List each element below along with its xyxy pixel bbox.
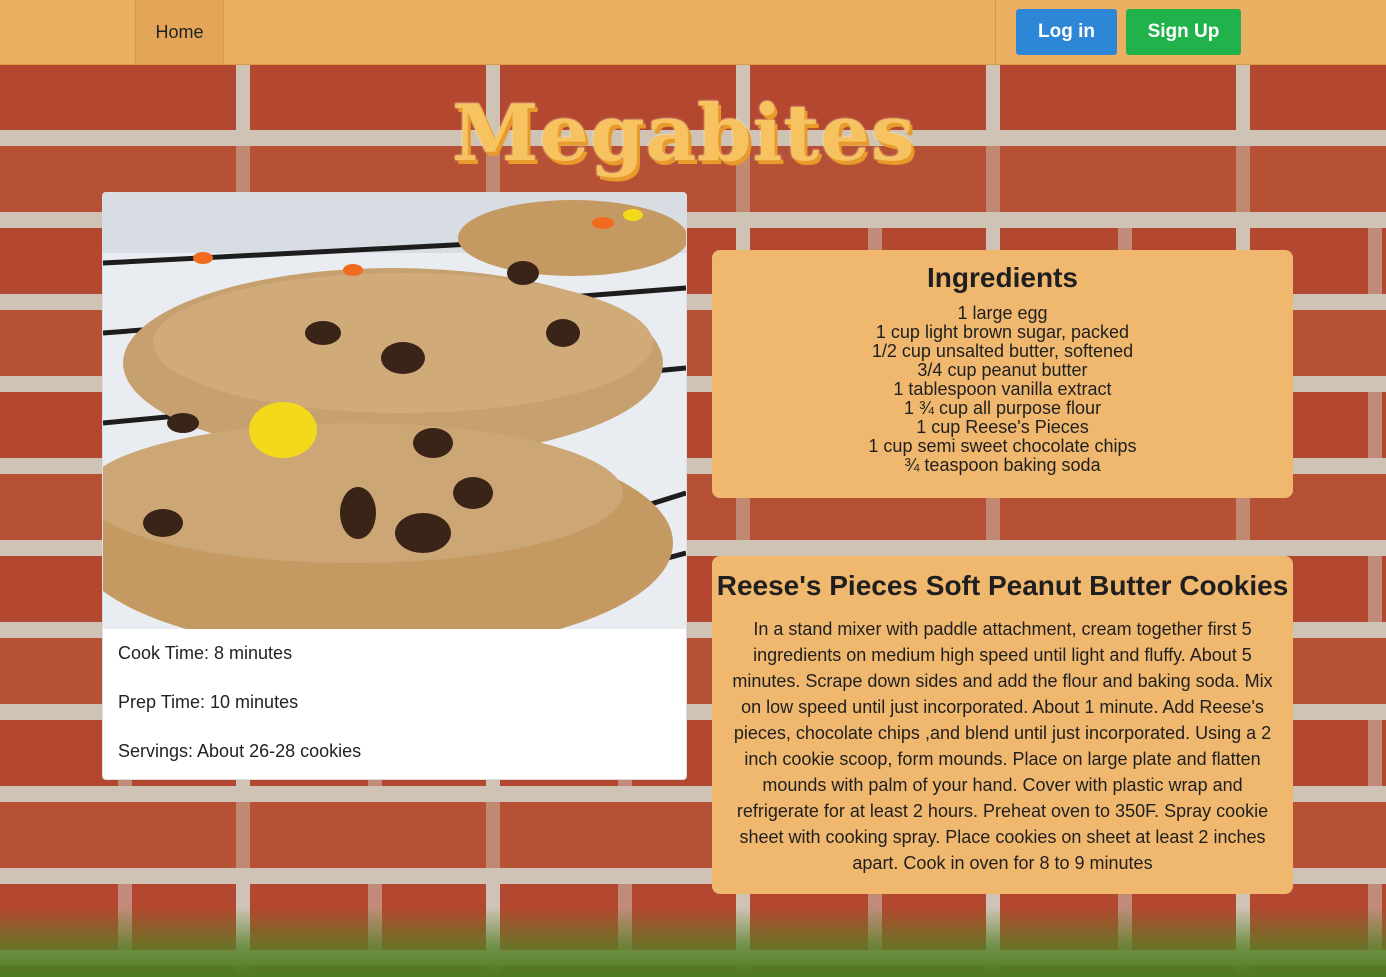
directions-text: In a stand mixer with paddle attachment,… [732,619,1273,873]
ingredient-item: 1 tablespoon vanilla extract [893,379,1112,399]
recipe-title: Reese's Pieces Soft Peanut Butter Cookie… [716,570,1289,601]
prep-time: Prep Time: 10 minutes [118,692,299,712]
cook-time: Cook Time: 8 minutes [118,643,293,663]
servings: Servings: About 26-28 cookies [118,741,362,761]
directions-panel: Reese's Pieces Soft Peanut Butter Cookie… [712,556,1293,894]
nav-home-link[interactable]: Home [135,0,224,64]
ingredient-item: 1 cup Reese's Pieces [916,417,1089,437]
recipe-card: Cook Time: 8 minutes Prep Time: 10 minut… [102,192,687,780]
ingredients-panel: Ingredients 1 large egg 1 cup light brow… [712,250,1293,498]
ingredient-item: 1 cup light brown sugar, packed [875,322,1130,342]
nav-divider [995,0,996,64]
ingredient-item: 1 cup semi sweet chocolate chips [868,436,1137,456]
ingredients-heading: Ingredients [927,262,1078,293]
ingredient-item: 1 large egg [957,303,1048,323]
cookie-photo-illustration [103,193,686,629]
ingredient-item: 1/2 cup unsalted butter, softened [871,341,1134,361]
recipe-photo [103,193,686,629]
ingredient-item: 3/4 cup peanut butter [917,360,1088,380]
grass-strip [0,907,1386,977]
ingredients-list: 1 large egg 1 cup light brown sugar, pac… [712,304,1293,475]
signup-button[interactable]: Sign Up [1126,9,1241,55]
login-button[interactable]: Log in [1016,9,1117,55]
navbar: Home Log in Sign Up [0,0,1386,65]
ingredient-item: 1 ¾ cup all purpose flour [903,398,1102,418]
ingredient-item: ¾ teaspoon baking soda [904,455,1101,475]
site-logo[interactable]: Megabites [452,84,952,184]
recipe-info: Cook Time: 8 minutes Prep Time: 10 minut… [118,643,362,779]
